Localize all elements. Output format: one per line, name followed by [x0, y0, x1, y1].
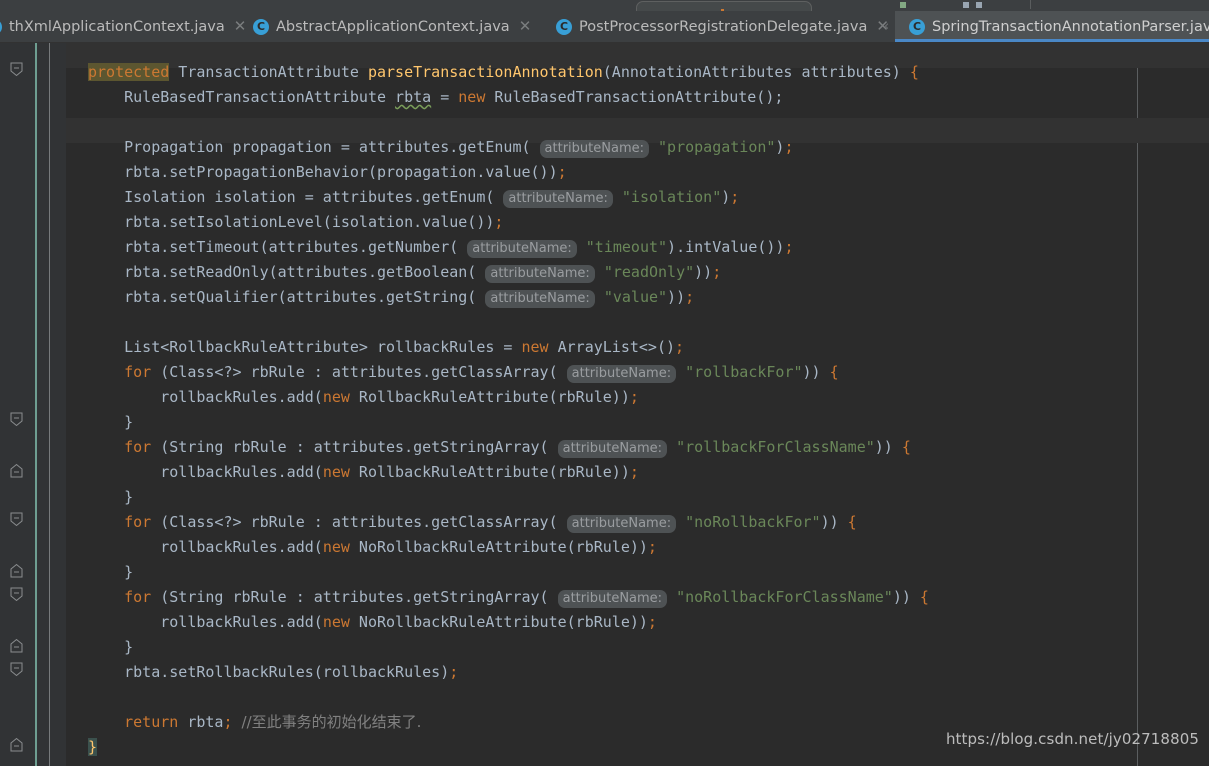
- token-comment: //至此事务的初始化结束了.: [241, 713, 422, 731]
- code-line-18: }: [88, 488, 134, 506]
- java-class-icon: C: [0, 18, 2, 35]
- code-line-12: List<RollbackRuleAttribute> rollbackRule…: [88, 338, 685, 356]
- watermark-text: https://blog.csdn.net/jy02718805: [945, 730, 1199, 748]
- parameter-hint: attributeName:: [557, 590, 668, 608]
- editor-tab-label: thXmlApplicationContext.java: [9, 18, 225, 35]
- parameter-hint: attributeName:: [485, 290, 595, 308]
- code-line-23: rollbackRules.add(new NoRollbackRuleAttr…: [88, 613, 657, 631]
- code-line-1: protected TransactionAttribute parseTran…: [88, 63, 919, 81]
- code-line-8: rbta.setTimeout(attributes.getNumber( at…: [88, 238, 794, 258]
- editor-tab-3-active[interactable]: C SpringTransactionAnnotationParser.jav: [895, 11, 1209, 42]
- matching-brace: }: [88, 738, 98, 756]
- parameter-hint: attributeName:: [539, 140, 649, 158]
- parameter-hint: attributeName:: [467, 240, 577, 258]
- idea-window: C thXmlApplicationContext.java ✕ C Abstr…: [0, 0, 1209, 766]
- editor-tab-label: PostProcessorRegistrationDelegate.java: [579, 18, 868, 35]
- code-content[interactable]: protected TransactionAttribute parseTran…: [0, 43, 1209, 766]
- code-line-14: rollbackRules.add(new RollbackRuleAttrib…: [88, 388, 639, 406]
- java-class-icon: C: [253, 18, 269, 35]
- editor-tab-0[interactable]: C thXmlApplicationContext.java ✕: [0, 11, 246, 42]
- parameter-hint: attributeName:: [566, 365, 677, 383]
- code-line-9: rbta.setReadOnly(attributes.getBoolean( …: [88, 263, 722, 283]
- code-editor[interactable]: protected TransactionAttribute parseTran…: [0, 43, 1209, 766]
- debug-icon[interactable]: [963, 2, 969, 8]
- code-line-25: rbta.setRollbackRules(rollbackRules);: [88, 663, 459, 681]
- run-icon[interactable]: [900, 2, 906, 8]
- toolbar-strip: [0, 0, 1209, 11]
- code-line-13: for (Class<?> rbRule : attributes.getCla…: [124, 363, 839, 383]
- parameter-hint: attributeName:: [485, 265, 595, 283]
- parameter-hint: attributeName:: [557, 440, 668, 458]
- token-keyword-protected: protected: [88, 63, 170, 81]
- java-class-icon: C: [556, 18, 572, 35]
- code-line-6: Isolation isolation = attributes.getEnum…: [88, 188, 740, 208]
- code-line-2: RuleBasedTransactionAttribute rbta = new…: [88, 88, 784, 106]
- coverage-icon[interactable]: [976, 2, 982, 8]
- parameter-hint: attributeName:: [503, 190, 613, 208]
- java-class-icon: C: [909, 18, 925, 35]
- code-line-20: rollbackRules.add(new NoRollbackRuleAttr…: [88, 538, 657, 556]
- code-line-17: rollbackRules.add(new RollbackRuleAttrib…: [88, 463, 639, 481]
- tab-scroll-left-icon[interactable]: ‹: [884, 20, 889, 33]
- close-icon[interactable]: ✕: [519, 19, 532, 34]
- code-line-21: }: [88, 563, 134, 581]
- code-line-16: for (String rbRule : attributes.getStrin…: [124, 438, 911, 458]
- token-method-name: parseTransactionAnnotation: [367, 63, 603, 81]
- code-line-27: return rbta; //至此事务的初始化结束了.: [124, 713, 422, 731]
- editor-tab-label: AbstractApplicationContext.java: [276, 18, 510, 35]
- toolbar-separator: [1030, 0, 1031, 9]
- code-line-22: for (String rbRule : attributes.getStrin…: [124, 588, 929, 608]
- code-line-4: Propagation propagation = attributes.get…: [88, 138, 794, 158]
- toolbar-search-field[interactable]: [636, 1, 812, 11]
- editor-tab-label: SpringTransactionAnnotationParser.jav: [932, 18, 1209, 35]
- code-line-19: for (Class<?> rbRule : attributes.getCla…: [124, 513, 857, 533]
- code-line-15: }: [124, 413, 134, 431]
- parameter-hint: attributeName:: [566, 515, 677, 533]
- code-line-7: rbta.setIsolationLevel(isolation.value()…: [88, 213, 504, 231]
- editor-tabbar: C thXmlApplicationContext.java ✕ C Abstr…: [0, 11, 1209, 43]
- code-line-5: rbta.setPropagationBehavior(propagation.…: [88, 163, 567, 181]
- code-line-28: }: [88, 735, 98, 760]
- editor-tab-1[interactable]: C AbstractApplicationContext.java ✕: [245, 11, 545, 42]
- code-line-10: rbta.setQualifier(attributes.getString( …: [88, 288, 695, 308]
- editor-tab-2[interactable]: C PostProcessorRegistrationDelegate.java…: [548, 11, 893, 42]
- code-line-24: }: [88, 638, 134, 656]
